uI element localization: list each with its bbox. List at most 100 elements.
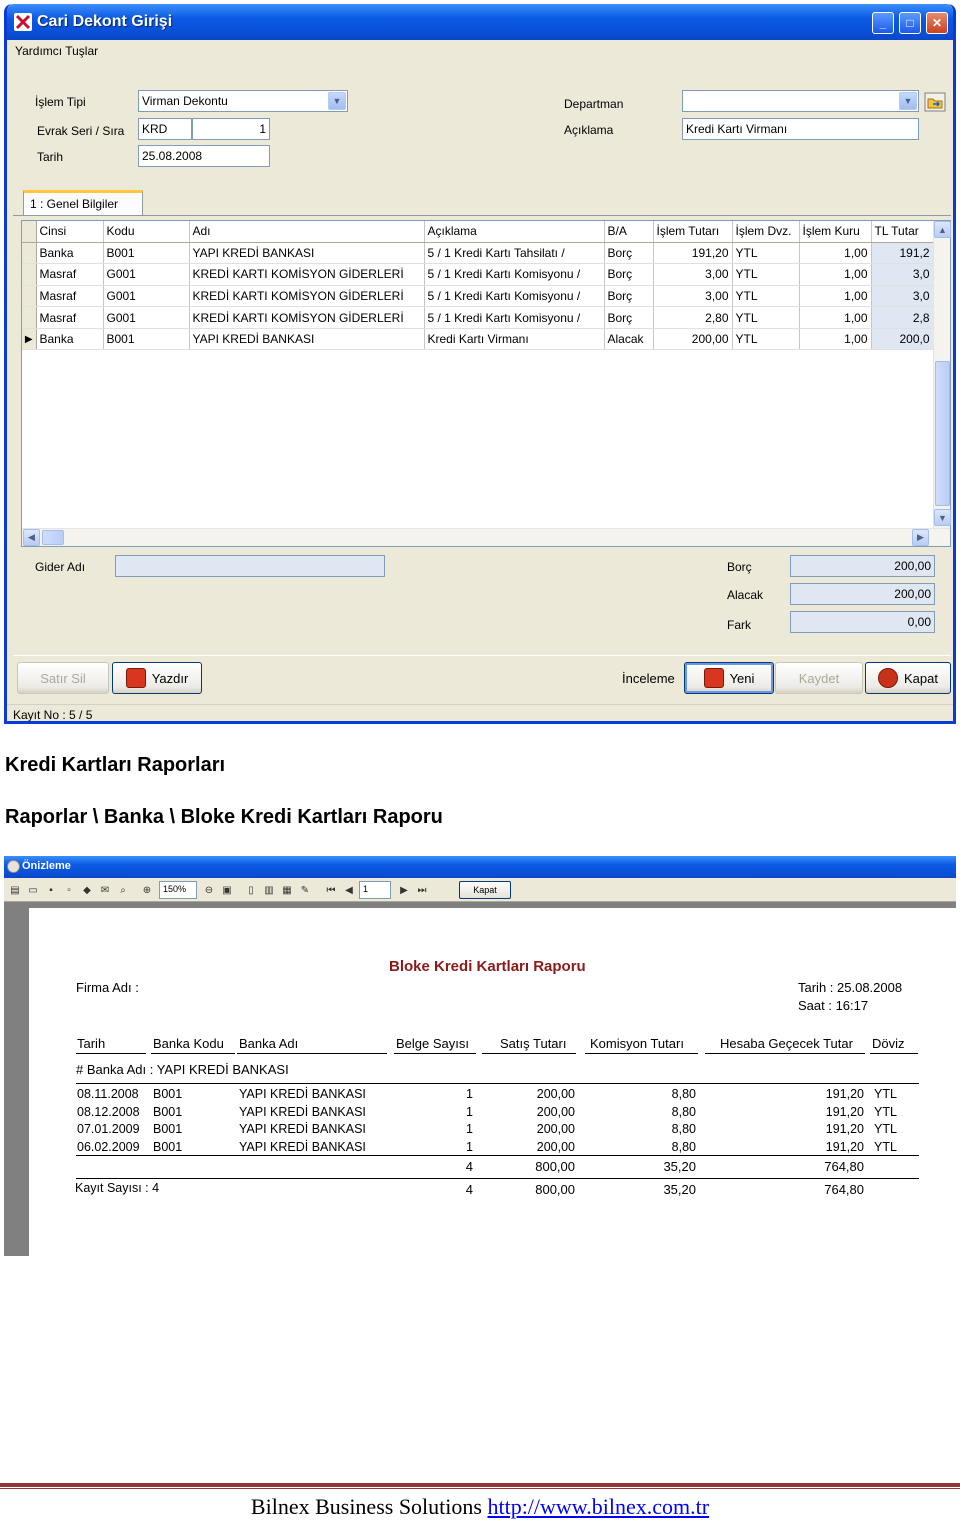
preview-close-button[interactable]: Kapat <box>459 881 511 899</box>
yeni-button[interactable]: Yeni <box>684 662 774 694</box>
save-icon[interactable]: ▪ <box>44 883 58 897</box>
cell-tl-tutar[interactable]: 200,0 <box>871 328 934 351</box>
vertical-scroll-thumb[interactable] <box>935 361 950 506</box>
table-row[interactable]: Masraf G001 KREDİ KARTI KOMİSYON GİDERLE… <box>22 285 934 308</box>
departman-select[interactable]: ▼ <box>682 90 919 112</box>
cell-islem-kuru[interactable]: 1,00 <box>799 328 872 351</box>
close-icon[interactable]: ✕ <box>926 12 948 34</box>
cell-aciklama[interactable]: 5 / 1 Kredi Kartı Komisyonu / <box>424 263 605 286</box>
cell-tl-tutar[interactable]: 2,8 <box>871 306 934 329</box>
horizontal-scroll-thumb[interactable] <box>42 530 64 545</box>
cell-adi[interactable]: KREDİ KARTI KOMİSYON GİDERLERİ <box>189 306 425 329</box>
cell-kodu[interactable]: B001 <box>103 328 190 351</box>
cell-cinsi[interactable]: Banka <box>36 242 104 265</box>
cell-cinsi[interactable]: Masraf <box>36 263 104 286</box>
one-page-icon[interactable]: ▯ <box>244 883 258 897</box>
col-cinsi[interactable]: Cinsi <box>36 221 104 243</box>
cell-cinsi[interactable]: Banka <box>36 328 104 351</box>
entry-grid[interactable]: Cinsi Kodu Adı Açıklama B/A İşlem Tutarı… <box>21 220 951 547</box>
cell-islem-kuru[interactable]: 1,00 <box>799 306 872 329</box>
kapat-button[interactable]: Kapat <box>865 662 951 694</box>
cell-kodu[interactable]: G001 <box>103 263 190 286</box>
islem-tipi-select[interactable]: Virman Dekontu ▼ <box>138 90 348 112</box>
table-row[interactable]: Masraf G001 KREDİ KARTI KOMİSYON GİDERLE… <box>22 263 934 286</box>
yazdir-button[interactable]: Yazdır <box>112 662 202 694</box>
minimize-icon[interactable]: _ <box>872 12 894 34</box>
cell-islem-dvz[interactable]: YTL <box>732 242 800 265</box>
cell-islem-kuru[interactable]: 1,00 <box>799 263 872 286</box>
footer-link[interactable]: http://www.bilnex.com.tr <box>487 1494 709 1519</box>
table-row[interactable]: Masraf G001 KREDİ KARTI KOMİSYON GİDERLE… <box>22 306 934 329</box>
cell-kodu[interactable]: G001 <box>103 285 190 308</box>
kaydet-button[interactable]: Kaydet <box>775 662 863 694</box>
cell-tl-tutar[interactable]: 3,0 <box>871 263 934 286</box>
cell-cinsi[interactable]: Masraf <box>36 285 104 308</box>
find-icon[interactable]: ⌕ <box>116 883 130 897</box>
evrak-seri-input[interactable]: KRD <box>138 118 192 140</box>
cell-ba[interactable]: Borç <box>604 285 654 308</box>
zoom-select[interactable]: 150% <box>159 881 197 899</box>
cell-ba[interactable]: Borç <box>604 306 654 329</box>
cell-kodu[interactable]: B001 <box>103 242 190 265</box>
cell-islem-dvz[interactable]: YTL <box>732 263 800 286</box>
col-islem-dvz[interactable]: İşlem Dvz. <box>732 221 800 243</box>
scroll-left-icon[interactable]: ◀ <box>23 529 40 546</box>
folder-lookup-icon[interactable] <box>924 92 946 112</box>
first-page-icon[interactable]: ⏮ <box>324 883 338 897</box>
page-number-input[interactable]: 1 <box>359 881 391 899</box>
multi-page-icon[interactable]: ▦ <box>280 883 294 897</box>
cell-adi[interactable]: KREDİ KARTI KOMİSYON GİDERLERİ <box>189 263 425 286</box>
col-tl-tutar[interactable]: TL Tutar <box>871 221 934 243</box>
fit-page-icon[interactable]: ▣ <box>220 883 234 897</box>
cell-adi[interactable]: YAPI KREDİ BANKASI <box>189 328 425 351</box>
print-icon[interactable]: ▤ <box>8 883 22 897</box>
vertical-scrollbar[interactable]: ▲ ▼ <box>933 221 951 528</box>
scroll-right-icon[interactable]: ▶ <box>912 529 929 546</box>
col-adi[interactable]: Adı <box>189 221 425 243</box>
table-row[interactable]: Banka B001 YAPI KREDİ BANKASI 5 / 1 Kred… <box>22 242 934 265</box>
pdf-icon[interactable]: ◆ <box>80 883 94 897</box>
cell-islem-tutari[interactable]: 3,00 <box>653 285 733 308</box>
chevron-down-icon[interactable]: ▼ <box>328 92 346 110</box>
mail-icon[interactable]: ✉ <box>98 883 112 897</box>
cell-islem-dvz[interactable]: YTL <box>732 306 800 329</box>
gider-adi-input[interactable] <box>115 555 385 577</box>
cell-ba[interactable]: Borç <box>604 242 654 265</box>
cell-adi[interactable]: KREDİ KARTI KOMİSYON GİDERLERİ <box>189 285 425 308</box>
tarih-input[interactable]: 25.08.2008 <box>138 145 270 167</box>
cell-islem-dvz[interactable]: YTL <box>732 285 800 308</box>
cell-aciklama[interactable]: Kredi Kartı Virmanı <box>424 328 605 351</box>
chevron-down-icon[interactable]: ▼ <box>899 92 917 110</box>
col-islem-kuru[interactable]: İşlem Kuru <box>799 221 872 243</box>
cell-islem-dvz[interactable]: YTL <box>732 328 800 351</box>
col-kodu[interactable]: Kodu <box>103 221 190 243</box>
title-bar[interactable]: Cari Dekont Girişi _ □ ✕ <box>7 4 953 40</box>
cell-islem-tutari[interactable]: 2,80 <box>653 306 733 329</box>
cell-islem-kuru[interactable]: 1,00 <box>799 285 872 308</box>
horizontal-scrollbar[interactable]: ◀ ▶ <box>22 528 950 546</box>
last-page-icon[interactable]: ⏭ <box>415 883 429 897</box>
zoom-icon[interactable]: ⊕ <box>140 883 154 897</box>
cell-islem-tutari[interactable]: 191,20 <box>653 242 733 265</box>
cell-islem-kuru[interactable]: 1,00 <box>799 242 872 265</box>
next-page-icon[interactable]: ▶ <box>397 883 411 897</box>
cell-ba[interactable]: Alacak <box>604 328 654 351</box>
aciklama-input[interactable]: Kredi Kartı Virmanı <box>682 118 919 140</box>
cell-kodu[interactable]: G001 <box>103 306 190 329</box>
edit-icon[interactable]: ✎ <box>298 883 312 897</box>
cell-aciklama[interactable]: 5 / 1 Kredi Kartı Komisyonu / <box>424 306 605 329</box>
maximize-icon[interactable]: □ <box>899 12 921 34</box>
export-icon[interactable]: ▫ <box>62 883 76 897</box>
cell-adi[interactable]: YAPI KREDİ BANKASI <box>189 242 425 265</box>
inceleme-label[interactable]: İnceleme <box>622 671 675 686</box>
scroll-down-icon[interactable]: ▼ <box>934 509 951 526</box>
col-aciklama[interactable]: Açıklama <box>424 221 605 243</box>
cell-ba[interactable]: Borç <box>604 263 654 286</box>
cell-cinsi[interactable]: Masraf <box>36 306 104 329</box>
cell-islem-tutari[interactable]: 3,00 <box>653 263 733 286</box>
cell-islem-tutari[interactable]: 200,00 <box>653 328 733 351</box>
prev-page-icon[interactable]: ◀ <box>342 883 356 897</box>
table-row-current[interactable]: ▶ Banka B001 YAPI KREDİ BANKASI Kredi Ka… <box>22 328 934 351</box>
menu-yardimci-tuslar[interactable]: Yardımcı Tuşlar <box>15 44 98 58</box>
open-icon[interactable]: ▭ <box>26 883 40 897</box>
